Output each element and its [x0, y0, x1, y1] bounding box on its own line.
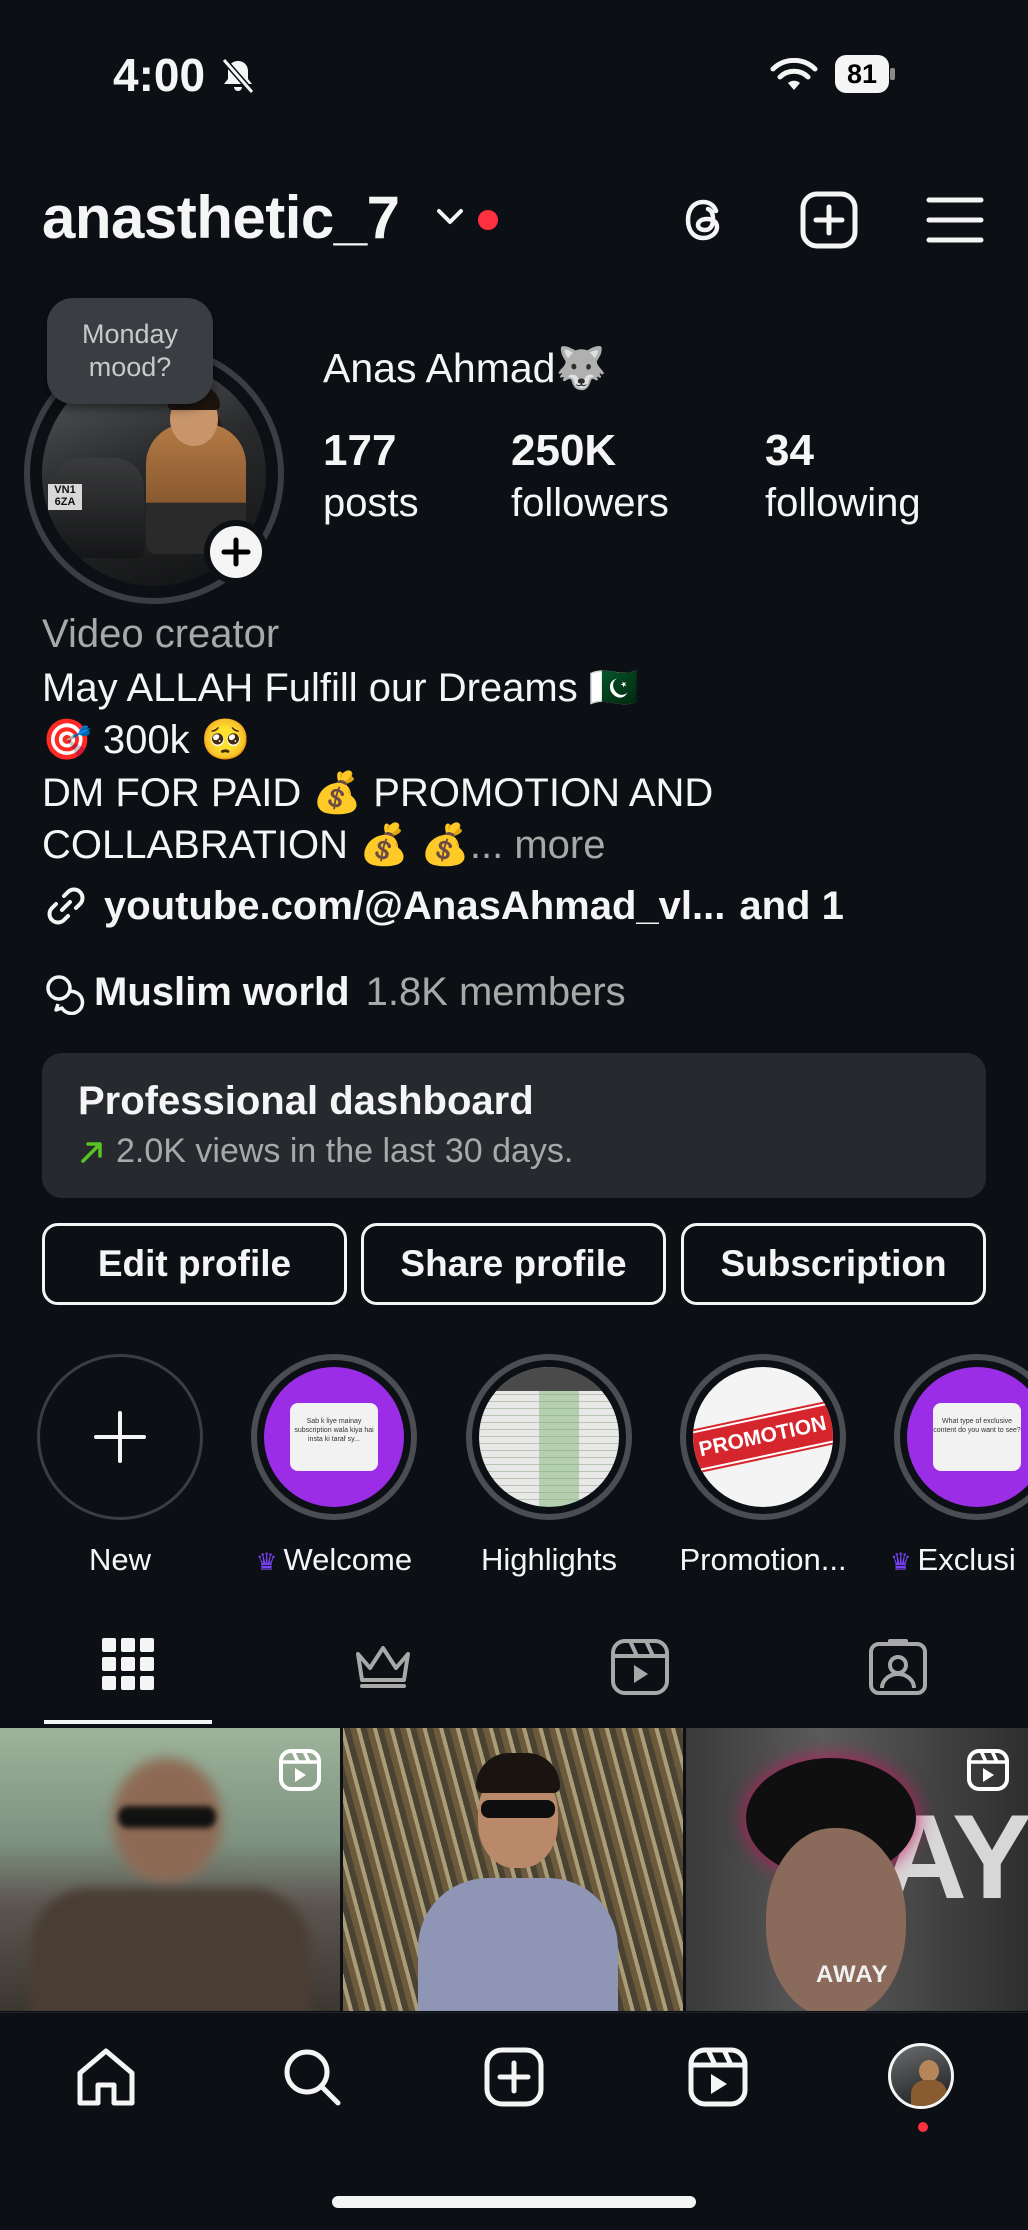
highlight-highlights[interactable]: Highlights	[464, 1354, 634, 1578]
bio-line: DM FOR PAID 💰 PROMOTION AND	[42, 771, 714, 815]
more-link[interactable]: more	[514, 823, 605, 867]
professional-dashboard[interactable]: Professional dashboard 2.0K views in the…	[42, 1053, 986, 1198]
bio-link-more: and 1	[739, 883, 844, 928]
create-icon[interactable]	[799, 190, 859, 250]
bio-link[interactable]: youtube.com/@AnasAhmad_vl... and 1	[42, 882, 844, 930]
account-switcher-username[interactable]: anasthetic_7	[42, 183, 400, 252]
highlight-exclusive[interactable]: What type of exclusive content do you wa…	[892, 1354, 1028, 1578]
bio-line: May ALLAH Fulfill our Dreams 🇵🇰	[42, 666, 639, 710]
reel-icon	[279, 1749, 321, 1791]
grid-post-3[interactable]: AY AWAY	[686, 1728, 1028, 2011]
bio-line: COLLABRATION 💰 💰... more	[42, 823, 606, 867]
edit-profile-button[interactable]: Edit profile	[42, 1223, 347, 1305]
broadcast-channel[interactable]: Muslim world 1.8K members	[42, 970, 626, 1015]
highlight-welcome[interactable]: Sab k liye mainay subscription wala kiya…	[249, 1354, 419, 1578]
home-indicator	[332, 2196, 696, 2208]
battery-indicator: 81	[835, 55, 895, 95]
followers-stat[interactable]: 250K followers	[511, 424, 669, 528]
notification-dot	[918, 2122, 928, 2132]
battery-level: 81	[835, 55, 889, 93]
search-icon[interactable]	[280, 2045, 344, 2109]
crown-icon: ♛	[255, 1549, 278, 1576]
grid-tab-icon[interactable]	[101, 1637, 155, 1691]
channel-members: 1.8K members	[365, 970, 626, 1014]
highlight-promotion[interactable]: PROMOTION Promotion...	[678, 1354, 848, 1578]
grid-post-2[interactable]	[343, 1728, 683, 2011]
reels-tab-icon[interactable]	[610, 1638, 670, 1696]
chevron-down-icon[interactable]	[434, 205, 466, 229]
trend-up-icon	[81, 1141, 102, 1163]
bio-link-text: youtube.com/@AnasAhmad_vl...	[104, 883, 726, 928]
channel-chat-icon	[46, 974, 85, 1015]
bio-line: 🎯 300k 🥺	[42, 718, 251, 762]
subscription-button[interactable]: Subscription	[681, 1223, 986, 1305]
threads-icon[interactable]	[674, 190, 734, 250]
plus-icon	[221, 537, 251, 567]
subscriptions-tab-crown-icon[interactable]	[352, 1640, 414, 1690]
note-bubble[interactable]: Monday mood?	[47, 298, 213, 404]
link-icon	[47, 887, 85, 925]
posts-stat[interactable]: 177 posts	[323, 424, 419, 528]
menu-icon[interactable]	[925, 190, 985, 250]
following-stat[interactable]: 34 following	[765, 424, 921, 528]
grid-overlay-text: AWAY	[816, 1961, 889, 1988]
highlight-new[interactable]: New	[35, 1354, 205, 1578]
dashboard-subtitle: 2.0K views in the last 30 days.	[116, 1132, 574, 1170]
share-profile-button[interactable]: Share profile	[361, 1223, 666, 1305]
bio-category: Video creator	[42, 612, 280, 656]
crown-icon: ♛	[892, 1549, 912, 1576]
plus-icon	[94, 1411, 146, 1463]
reels-icon[interactable]	[686, 2045, 750, 2109]
home-icon[interactable]	[74, 2045, 138, 2109]
notification-dot	[478, 210, 498, 230]
dashboard-title: Professional dashboard	[78, 1079, 534, 1123]
grid-post-1[interactable]	[0, 1728, 340, 2011]
create-icon[interactable]	[482, 2045, 546, 2109]
display-name: Anas Ahmad🐺	[323, 345, 607, 391]
tagged-tab-icon[interactable]	[868, 1638, 928, 1696]
active-tab-indicator	[44, 1720, 212, 1724]
channel-name: Muslim world	[94, 970, 350, 1014]
wifi-icon	[770, 58, 818, 90]
profile-avatar-nav[interactable]	[888, 2043, 954, 2109]
status-time: 4:00	[113, 49, 206, 101]
bell-muted-icon	[221, 58, 255, 94]
reel-icon	[967, 1749, 1009, 1791]
add-story-button[interactable]	[204, 520, 268, 584]
